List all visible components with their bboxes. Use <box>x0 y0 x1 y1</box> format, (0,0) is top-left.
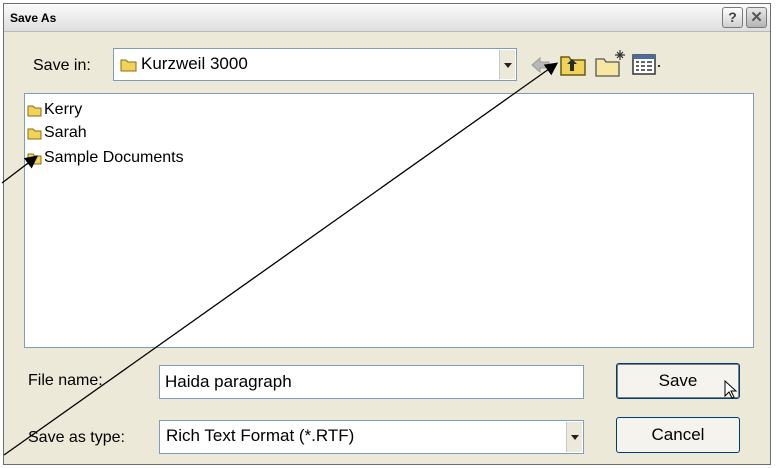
annotation-arrows <box>1 62 559 456</box>
annotation-arrow-folder <box>1 155 39 184</box>
annotation-arrow-up-folder <box>3 62 559 456</box>
